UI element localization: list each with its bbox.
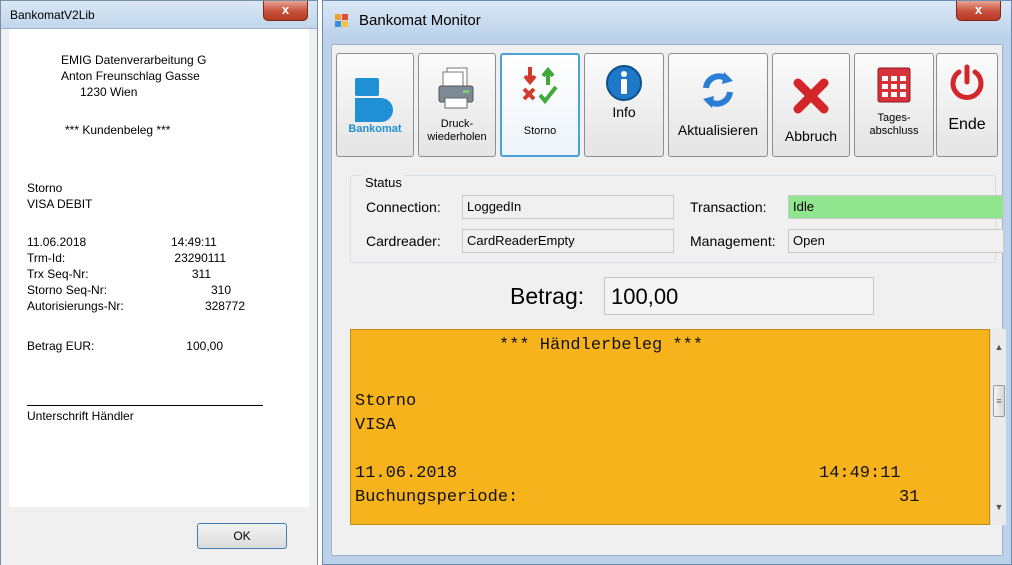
merchant-receipt-type: Storno bbox=[355, 392, 417, 411]
merchant-receipt[interactable]: *** Händlerbeleg *** Storno VISA 11.06.2… bbox=[350, 329, 990, 525]
merchant-receipt-period-label: Buchungsperiode: bbox=[355, 488, 519, 507]
scroll-up-arrow-icon[interactable]: ▲ bbox=[991, 339, 1007, 355]
scroll-thumb[interactable]: ≡ bbox=[993, 385, 1005, 417]
merchant-receipt-period-value: 31 bbox=[899, 488, 920, 507]
row-value: 328772 bbox=[204, 299, 245, 313]
ok-button[interactable]: OK bbox=[197, 523, 287, 549]
bankomat-monitor-window: Bankomat Monitor x Bankomat Druck- wiede… bbox=[322, 0, 1012, 565]
receipt-scrollbar[interactable]: ▲ ≡ ▼ bbox=[990, 329, 1006, 525]
receipt-heading: *** Kundenbeleg *** bbox=[65, 123, 171, 137]
receipt-date: 11.06.2018 bbox=[27, 235, 87, 249]
receipt-dialog: BankomatV2Lib x EMIG Datenverarbeitung G… bbox=[0, 0, 318, 565]
management-label: Management: bbox=[690, 233, 776, 249]
window-client-area: Bankomat Druck- wiederholen Storno Info … bbox=[331, 44, 1006, 556]
connection-value: LoggedIn bbox=[462, 195, 674, 219]
calendar-icon bbox=[877, 67, 911, 103]
bankomat-button[interactable]: Bankomat bbox=[336, 53, 414, 157]
management-value: Open bbox=[788, 229, 1004, 253]
dialog-titlebar[interactable]: BankomatV2Lib x bbox=[1, 1, 317, 29]
exit-button[interactable]: Ende bbox=[936, 53, 998, 157]
row-label: Autorisierungs-Nr: bbox=[27, 299, 124, 313]
merchant-receipt-heading: *** Händlerbeleg *** bbox=[499, 336, 704, 355]
company-line-1: EMIG Datenverarbeitung G bbox=[61, 53, 207, 67]
cardreader-value: CardReaderEmpty bbox=[462, 229, 674, 253]
status-legend: Status bbox=[362, 175, 405, 190]
signature-label: Unterschrift Händler bbox=[27, 409, 134, 423]
close-icon: x bbox=[281, 2, 290, 17]
transaction-type: Storno bbox=[27, 181, 63, 195]
refresh-button[interactable]: Aktualisieren bbox=[668, 53, 768, 157]
row-value: 23290111 bbox=[174, 251, 226, 265]
merchant-receipt-time: 14:49:11 bbox=[819, 464, 901, 483]
amount-value: 100,00 bbox=[186, 339, 223, 353]
merchant-receipt-date: 11.06.2018 bbox=[355, 464, 458, 483]
refresh-icon bbox=[703, 72, 733, 108]
reprint-label: Druck- wiederholen bbox=[427, 118, 487, 143]
day-closing-button[interactable]: Tages- abschluss bbox=[854, 53, 934, 157]
dialog-close-button[interactable]: x bbox=[263, 1, 308, 21]
scroll-down-arrow-icon[interactable]: ▼ bbox=[991, 499, 1007, 515]
storno-arrows-icon bbox=[522, 66, 558, 105]
bankomat-logo-icon bbox=[355, 78, 393, 122]
row-label: Trm-Id: bbox=[27, 251, 66, 265]
cardreader-label: Cardreader: bbox=[366, 233, 441, 249]
row-label: Trx Seq-Nr: bbox=[27, 267, 89, 281]
app-icon bbox=[335, 14, 349, 28]
bankomat-label: Bankomat bbox=[348, 123, 402, 135]
card-type: VISA DEBIT bbox=[27, 197, 93, 211]
amount-label: Betrag: bbox=[510, 283, 585, 309]
refresh-label: Aktualisieren bbox=[677, 122, 759, 138]
info-label: Info bbox=[612, 104, 636, 120]
window-titlebar[interactable]: Bankomat Monitor x bbox=[323, 1, 1011, 37]
storno-button[interactable]: Storno bbox=[500, 53, 580, 157]
exit-label: Ende bbox=[948, 116, 986, 133]
receipt-time: 14:49:11 bbox=[171, 235, 217, 249]
row-value: 311 bbox=[191, 267, 211, 281]
info-icon bbox=[606, 65, 642, 101]
window-close-button[interactable]: x bbox=[956, 1, 1001, 21]
transaction-label: Transaction: bbox=[690, 199, 767, 215]
company-line-2: Anton Freunschlag Gasse bbox=[61, 69, 200, 83]
info-button[interactable]: Info bbox=[584, 53, 664, 157]
company-line-3: 1230 Wien bbox=[80, 85, 138, 99]
row-label: Storno Seq-Nr: bbox=[27, 283, 108, 297]
connection-label: Connection: bbox=[366, 199, 441, 215]
cancel-button[interactable]: Abbruch bbox=[772, 53, 850, 157]
amount-label: Betrag EUR: bbox=[27, 339, 95, 353]
dialog-title: BankomatV2Lib bbox=[10, 8, 95, 22]
day-closing-label: Tages- abschluss bbox=[869, 112, 919, 137]
transaction-value: Idle bbox=[788, 195, 1004, 219]
merchant-receipt-card: VISA bbox=[355, 416, 396, 435]
cancel-label: Abbruch bbox=[784, 128, 838, 144]
amount-field[interactable]: 100,00 bbox=[604, 277, 874, 315]
cancel-x-icon bbox=[793, 78, 829, 114]
storno-label: Storno bbox=[523, 125, 557, 137]
signature-line bbox=[27, 405, 263, 406]
power-icon bbox=[950, 64, 984, 100]
reprint-button[interactable]: Druck- wiederholen bbox=[418, 53, 496, 157]
printer-icon bbox=[438, 67, 474, 109]
customer-receipt: EMIG Datenverarbeitung G Anton Freunschl… bbox=[9, 29, 309, 507]
row-value: 310 bbox=[210, 283, 231, 297]
close-icon: x bbox=[974, 2, 983, 17]
window-title: Bankomat Monitor bbox=[359, 12, 481, 29]
